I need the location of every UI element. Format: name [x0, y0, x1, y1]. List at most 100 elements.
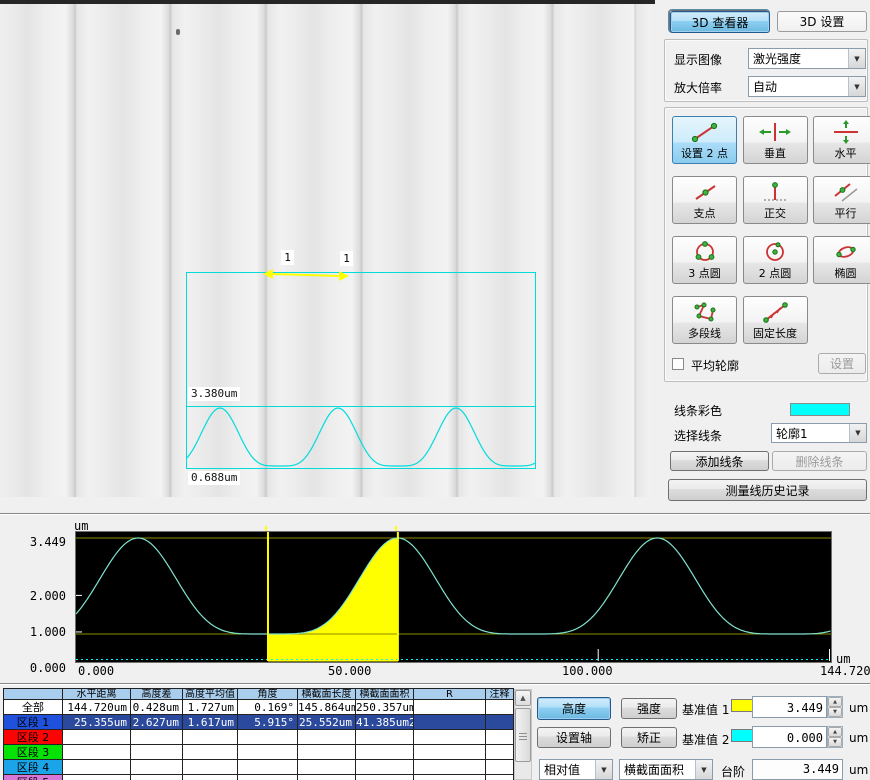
ref2-spinner[interactable]: ▲▼	[827, 726, 843, 748]
tool-button-label: 2 点圆	[744, 265, 807, 281]
ref1-value-input[interactable]	[752, 696, 827, 718]
laser-intensity-image[interactable]: 3.380um 0.688um 1 1	[0, 0, 655, 497]
table-cell: 145.864um	[298, 700, 356, 715]
average-profile-set-button[interactable]: 设置	[818, 353, 866, 374]
tool-button-circle-2pt[interactable]: 2 点圆	[743, 236, 808, 284]
circle-2pt-icon	[744, 239, 807, 265]
cross-section-area-text: 横截面面积	[620, 761, 695, 778]
table-cell: 1.617um	[183, 715, 238, 730]
ellipse-icon	[814, 239, 870, 265]
3d-viewer-button[interactable]: 3D 查看器	[669, 10, 769, 32]
cursor-marker-1[interactable]: 1	[281, 250, 294, 265]
chart-cursor-2-tip[interactable]	[395, 526, 397, 531]
table-header-row: 水平距离高度差高度平均值角度横截面长度横截面面积R注释	[4, 689, 514, 700]
table-cell	[298, 775, 356, 780]
chevron-down-icon[interactable]: ▼	[595, 760, 612, 779]
delete-line-button[interactable]: 删除线条	[772, 451, 867, 471]
set-axis-button[interactable]: 设置轴	[537, 727, 611, 748]
chevron-down-icon[interactable]: ▼	[849, 424, 866, 442]
line-color-swatch[interactable]	[790, 403, 850, 416]
horizontal-icon	[814, 119, 870, 145]
measure-line-history-button[interactable]: 测量线历史记录	[668, 479, 867, 501]
tool-button-horizontal[interactable]: 水平	[813, 116, 870, 164]
tool-button-fulcrum[interactable]: 支点	[672, 176, 737, 224]
tool-button-label: 水平	[814, 145, 870, 161]
table-cell	[183, 775, 238, 780]
row-label-cell[interactable]: 区段 4	[4, 760, 63, 775]
spin-up-icon[interactable]: ▲	[828, 697, 842, 707]
table-cell	[183, 730, 238, 745]
tool-button-vertical[interactable]: 垂直	[743, 116, 808, 164]
table-cell	[183, 760, 238, 775]
ref1-color-swatch[interactable]	[731, 699, 753, 712]
display-image-value: 激光强度	[749, 50, 848, 67]
ref2-value-input[interactable]	[752, 726, 827, 748]
select-line-combo[interactable]: 轮廓1 ▼	[771, 423, 867, 443]
table-row[interactable]: 区段 5	[4, 775, 514, 780]
row-label-cell[interactable]: 区段 1	[4, 715, 63, 730]
ref1-spinner[interactable]: ▲▼	[827, 696, 843, 718]
table-cell	[131, 760, 183, 775]
fixed-length-icon	[744, 299, 807, 325]
row-label-cell[interactable]: 全部	[4, 700, 63, 715]
y-tick-label: 3.449	[22, 535, 66, 549]
profile-chart[interactable]	[75, 531, 832, 663]
display-image-combo[interactable]: 激光强度 ▼	[748, 48, 866, 69]
tool-button-circle-3pt[interactable]: 3 点圆	[672, 236, 737, 284]
measure-region-rect[interactable]	[186, 272, 536, 406]
tool-button-ellipse[interactable]: 椭圆	[813, 236, 870, 284]
spin-down-icon[interactable]: ▼	[828, 707, 842, 717]
chart-cursor-1-tip[interactable]	[265, 526, 267, 531]
table-cell	[131, 730, 183, 745]
divider	[0, 683, 870, 685]
relative-value-combo[interactable]: 相对值 ▼	[539, 759, 613, 780]
y-tick-label: 0.000	[22, 661, 66, 675]
table-row[interactable]: 区段 2	[4, 730, 514, 745]
tool-button-set-2-points[interactable]: 设置 2 点	[672, 116, 737, 164]
row-label-cell[interactable]: 区段 3	[4, 745, 63, 760]
3d-viewer-button-face: 3D 查看器	[670, 11, 770, 33]
magnification-combo[interactable]: 自动 ▼	[748, 76, 866, 97]
tool-button-orthogonal[interactable]: 正交	[743, 176, 808, 224]
scroll-up-button[interactable]: ▲	[515, 690, 531, 706]
average-profile-checkbox[interactable]	[672, 358, 684, 370]
table-cell	[486, 730, 514, 745]
intensity-mode-button[interactable]: 强度	[621, 698, 677, 719]
add-line-button[interactable]: 添加线条	[670, 451, 769, 471]
3d-settings-button[interactable]: 3D 设置	[777, 11, 867, 32]
table-row[interactable]: 区段 3	[4, 745, 514, 760]
step-label: 台阶	[721, 763, 745, 780]
tool-button-label: 设置 2 点	[673, 145, 736, 161]
table-row[interactable]: 全部144.720um0.428um1.727um0.169°145.864um…	[4, 700, 514, 715]
table-header-cell: R	[414, 689, 486, 700]
measure-line-arrow[interactable]	[263, 266, 349, 282]
y-tick-label: 2.000	[22, 589, 66, 603]
table-cell	[414, 715, 486, 730]
tool-button-fixed-length[interactable]: 固定长度	[743, 296, 808, 344]
table-cell	[238, 745, 298, 760]
vertical-icon	[744, 119, 807, 145]
height-mode-button[interactable]: 高度	[537, 697, 611, 720]
x-tick-label: 144.720	[820, 664, 870, 678]
table-cell	[298, 730, 356, 745]
chevron-down-icon[interactable]: ▼	[848, 49, 865, 68]
cursor-marker-2[interactable]: 1	[340, 251, 353, 266]
row-label-cell[interactable]: 区段 2	[4, 730, 63, 745]
correction-button[interactable]: 矫正	[621, 727, 677, 748]
table-row[interactable]: 区段 125.355um2.627um1.617um5.915°25.552um…	[4, 715, 514, 730]
chevron-down-icon[interactable]: ▼	[848, 77, 865, 96]
table-row[interactable]: 区段 4	[4, 760, 514, 775]
table-cell: 144.720um	[63, 700, 131, 715]
scrollbar-thumb[interactable]	[515, 708, 531, 762]
tool-button-polyline[interactable]: 多段线	[672, 296, 737, 344]
spin-down-icon[interactable]: ▼	[828, 737, 842, 747]
ref2-color-swatch[interactable]	[731, 729, 753, 742]
chevron-down-icon[interactable]: ▼	[695, 760, 712, 779]
table-scrollbar[interactable]: ▲	[514, 689, 532, 780]
spin-up-icon[interactable]: ▲	[828, 727, 842, 737]
cross-section-area-combo[interactable]: 横截面面积 ▼	[619, 759, 713, 780]
magnification-label: 放大倍率	[674, 79, 722, 96]
table-cell: 250.357um2	[356, 700, 414, 715]
row-label-cell[interactable]: 区段 5	[4, 775, 63, 780]
tool-button-parallel[interactable]: 平行	[813, 176, 870, 224]
